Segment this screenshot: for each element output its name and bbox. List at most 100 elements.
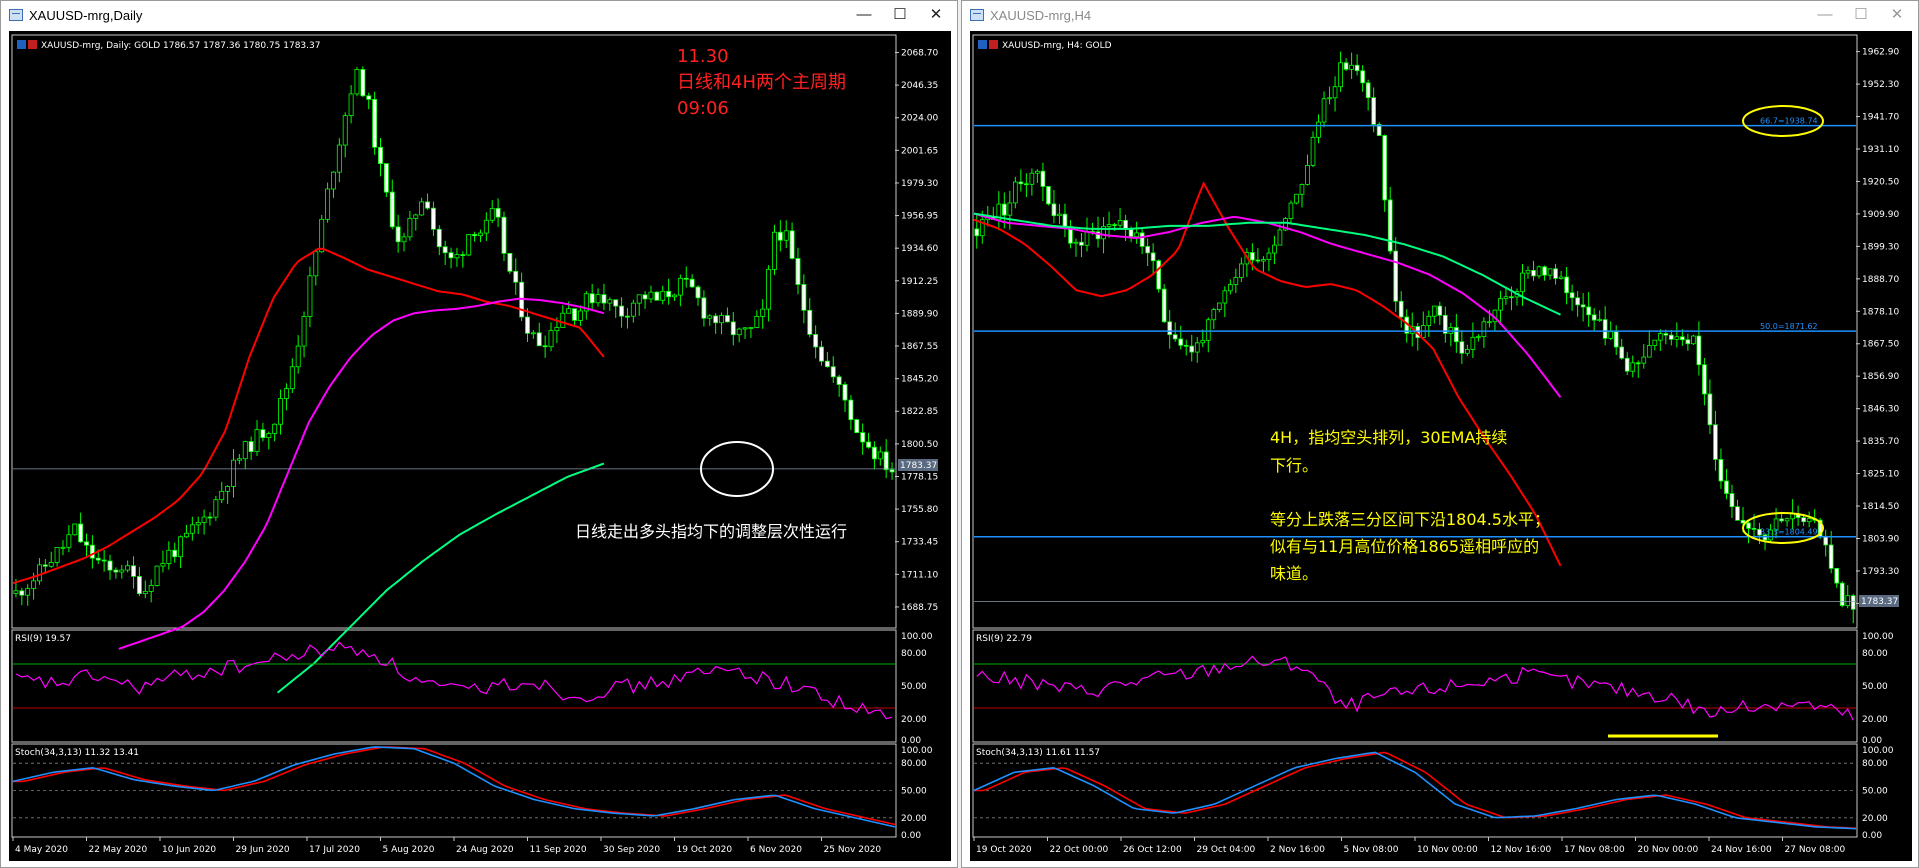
- candle-body: [489, 208, 495, 221]
- candle-body: [1167, 321, 1173, 336]
- maximize-button[interactable]: ☐: [885, 4, 915, 26]
- stoch-tick-label: 20.00: [901, 814, 927, 824]
- candle-body: [160, 563, 166, 567]
- y-tick-label: 1867.55: [901, 342, 938, 352]
- y-tick-label: 1803.90: [1862, 535, 1899, 545]
- candle-body: [1696, 335, 1702, 366]
- maximize-button[interactable]: ☐: [1846, 4, 1876, 26]
- x-tick-label: 11 Sep 2020: [530, 845, 587, 855]
- candle-body: [1779, 518, 1784, 522]
- candle-body: [1161, 288, 1167, 323]
- candle-body: [1316, 121, 1321, 138]
- candle-body: [625, 315, 630, 318]
- candle-body: [1575, 297, 1580, 306]
- candle-body: [807, 309, 813, 335]
- minimize-button[interactable]: —: [849, 4, 879, 26]
- candle-body: [425, 201, 430, 209]
- candle-body: [1503, 296, 1509, 299]
- chart-window-icon: [9, 9, 23, 21]
- candle-body: [760, 308, 766, 317]
- right-chart-window[interactable]: XAUUSD-mrg,H4 — ☐ ✕ 66.7=1938.74 50.0=187…: [961, 0, 1919, 868]
- x-tick-label: 19 Oct 2020: [976, 845, 1032, 855]
- candle-body: [1525, 269, 1531, 274]
- candle-body: [1084, 230, 1090, 246]
- candle-body: [1106, 224, 1112, 227]
- candle-body: [413, 214, 419, 219]
- candle-body: [636, 294, 642, 304]
- candle-body: [848, 399, 854, 421]
- x-tick-label: 4 May 2020: [15, 845, 68, 855]
- candle-body: [25, 588, 31, 596]
- left-chart-area[interactable]: 2068.70 2046.35 2024.00 2001.65 1979.30 1956.…: [9, 31, 951, 861]
- candle-body: [1183, 344, 1189, 347]
- y-tick-label: 1888.70: [1862, 275, 1899, 285]
- y-tick-label: 2001.65: [901, 146, 938, 156]
- candle-body: [1001, 203, 1007, 216]
- candle-body: [819, 346, 824, 362]
- candle-body: [595, 294, 601, 304]
- right-chart-area[interactable]: 66.7=1938.74 50.0=1871.62 33.3=1804.49 196…: [970, 31, 1912, 861]
- candle-body: [1498, 298, 1503, 311]
- left-titlebar[interactable]: XAUUSD-mrg,Daily — ☐ ✕: [1, 1, 957, 31]
- x-tick-label: 24 Nov 16:00: [1711, 845, 1772, 855]
- close-button[interactable]: ✕: [1882, 4, 1912, 26]
- candle-body: [1145, 246, 1150, 254]
- left-chart-window[interactable]: XAUUSD-mrg,Daily — ☐ ✕ 2068.70 2046.35 202…: [0, 0, 958, 868]
- candle-body: [248, 441, 254, 452]
- annotation-time: 09:06: [677, 98, 729, 119]
- candle-body: [1228, 284, 1233, 292]
- candle-body: [325, 188, 331, 220]
- candle-body: [1062, 213, 1068, 227]
- flag-icon: [28, 40, 37, 49]
- candle-body: [554, 327, 560, 332]
- stoch-tick-label: 100.00: [901, 746, 933, 756]
- candle-body: [1569, 292, 1575, 299]
- right-titlebar[interactable]: XAUUSD-mrg,H4 — ☐ ✕: [962, 1, 1918, 31]
- h4-chart-svg[interactable]: 66.7=1938.74 50.0=1871.62 33.3=1804.49 196…: [970, 31, 1912, 861]
- candle-body: [31, 580, 37, 589]
- candle-body: [166, 549, 172, 564]
- candle-body: [589, 293, 595, 304]
- candle-body: [1046, 186, 1051, 205]
- candle-body: [1112, 224, 1117, 226]
- close-button[interactable]: ✕: [921, 4, 951, 26]
- candle-body: [736, 328, 742, 336]
- candle-body: [1806, 518, 1812, 523]
- x-tick-label: 26 Oct 12:00: [1123, 845, 1182, 855]
- candle-body: [1657, 333, 1663, 341]
- candle-body: [1531, 269, 1536, 277]
- candle-body: [354, 69, 360, 95]
- candle-body: [1729, 493, 1735, 508]
- candle-body: [1294, 193, 1299, 204]
- candle-body: [1713, 424, 1718, 460]
- y-tick-label: 1814.50: [1862, 502, 1899, 512]
- annotation-period: 日线和4H两个主周期: [677, 72, 846, 93]
- candle-body: [295, 345, 301, 368]
- candle-body: [1850, 595, 1856, 610]
- daily-chart-svg[interactable]: 2068.70 2046.35 2024.00 2001.65 1979.30 1956.…: [9, 31, 951, 861]
- candle-body: [1216, 302, 1222, 310]
- candle-body: [1470, 336, 1476, 350]
- candle-body: [78, 523, 84, 543]
- x-tick-label: 22 Oct 00:00: [1050, 845, 1109, 855]
- candle-body: [1431, 305, 1437, 317]
- y-tick-label: 1931.10: [1862, 145, 1899, 155]
- candle-body: [1839, 582, 1845, 606]
- candle-body: [877, 451, 883, 460]
- minimize-button[interactable]: —: [1810, 4, 1840, 26]
- candle-body: [125, 565, 131, 571]
- candle-body: [1465, 349, 1470, 354]
- candle-body: [1205, 319, 1211, 341]
- candle-body: [1024, 183, 1029, 186]
- candle-body: [572, 308, 577, 321]
- candle-body: [1828, 544, 1834, 569]
- y-tick-label: 2068.70: [901, 48, 938, 58]
- rsi-line: [15, 641, 893, 720]
- y-tick-label: 1889.90: [901, 309, 938, 319]
- candle-body: [1669, 334, 1674, 340]
- candle-body: [1194, 342, 1200, 353]
- candle-body: [1685, 339, 1691, 345]
- rsi-tick-label: 100.00: [901, 632, 933, 642]
- candle-body: [1040, 170, 1046, 187]
- candle-body: [266, 433, 272, 439]
